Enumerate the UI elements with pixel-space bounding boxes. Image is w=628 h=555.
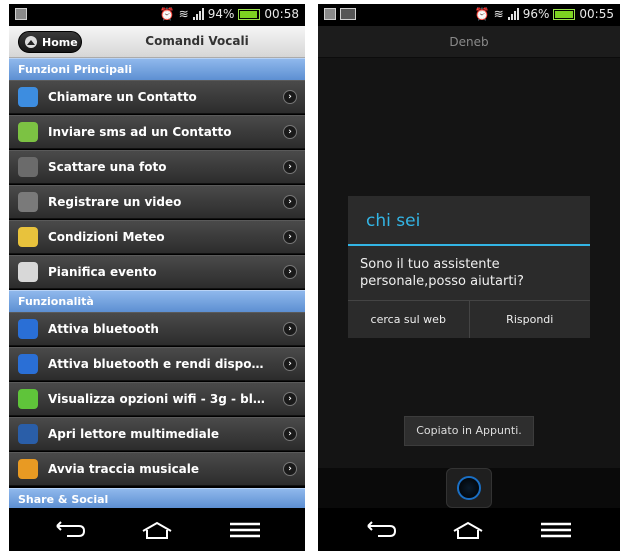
- chevron-right-icon: ›: [283, 90, 297, 104]
- chevron-right-icon: ›: [283, 322, 297, 336]
- search-web-button[interactable]: cerca sul web: [348, 301, 469, 338]
- assistant-dialog: chi sei Sono il tuo assistente personale…: [348, 196, 590, 338]
- home-nav-icon[interactable]: [140, 520, 174, 540]
- bluetooth-icon: [18, 354, 38, 374]
- list-item[interactable]: Scattare una foto ›: [9, 150, 305, 184]
- list-item[interactable]: Attiva bluetooth ›: [9, 312, 305, 346]
- camera-icon: [18, 157, 38, 177]
- list-item[interactable]: Avvia traccia musicale ›: [9, 452, 305, 486]
- battery-percent: 96%: [522, 7, 550, 21]
- list-item-label: Scattare una foto: [48, 160, 167, 174]
- alarm-icon: ⏰: [159, 7, 175, 21]
- home-nav-icon[interactable]: [451, 520, 485, 540]
- battery-icon: [238, 8, 261, 20]
- dialog-message: Sono il tuo assistente personale,posso a…: [360, 257, 524, 289]
- bluetooth-icon: [18, 319, 38, 339]
- status-bar: ⏰ ≋ 96% 00:55: [318, 4, 620, 26]
- chevron-right-icon: ›: [283, 230, 297, 244]
- wifi-status-icon: ≋: [493, 7, 504, 21]
- chevron-right-icon: ›: [283, 160, 297, 174]
- right-phone-screen: ⏰ ≋ 96% 00:55 Deneb chi sei Sono il tuo …: [318, 4, 620, 551]
- chevron-right-icon: ›: [283, 195, 297, 209]
- headphones-icon: [18, 459, 38, 479]
- back-icon[interactable]: [53, 520, 87, 540]
- chevron-right-icon: ›: [283, 392, 297, 406]
- microphone-icon: [457, 476, 481, 500]
- signal-icon: [507, 8, 519, 20]
- section-header: Funzioni Principali: [9, 58, 305, 80]
- chevron-right-icon: ›: [283, 125, 297, 139]
- list-item-label: Registrare un video: [48, 195, 182, 209]
- app-title: Deneb: [318, 26, 620, 58]
- list-item[interactable]: Chiamare un Contatto ›: [9, 80, 305, 114]
- list-item[interactable]: Apri lettore multimediale ›: [9, 417, 305, 451]
- section-header: Share & Social: [9, 488, 305, 508]
- list-item-label: Attiva bluetooth e rendi disponibile: [48, 357, 268, 371]
- section-header: Funzionalità: [9, 290, 305, 312]
- chevron-right-icon: ›: [283, 265, 297, 279]
- microphone-button[interactable]: [446, 468, 492, 508]
- calendar-icon: [18, 262, 38, 282]
- chevron-right-icon: ›: [283, 427, 297, 441]
- list-item-label: Attiva bluetooth: [48, 322, 159, 336]
- home-icon: [25, 36, 37, 48]
- list-item-label: Avvia traccia musicale: [48, 462, 200, 476]
- notification-icon: [324, 8, 336, 20]
- list-item-label: Chiamare un Contatto: [48, 90, 197, 104]
- status-bar: ⏰ ≋ 94% 00:58: [9, 4, 305, 26]
- left-phone-screen: ⏰ ≋ 94% 00:58 Home Comandi Vocali Funzio…: [9, 4, 305, 551]
- toast-message: Copiato in Appunti.: [404, 416, 534, 446]
- media-player-icon: [18, 424, 38, 444]
- clock: 00:55: [579, 7, 614, 21]
- page-title: Comandi Vocali: [145, 34, 249, 48]
- list-item-label: Visualizza opzioni wifi - 3g - bluetooth: [48, 392, 268, 406]
- weather-icon: [18, 227, 38, 247]
- wifi-status-icon: ≋: [178, 7, 189, 21]
- list-item-label: Inviare sms ad un Contatto: [48, 125, 232, 139]
- navigation-bar: [9, 508, 305, 551]
- battery-percent: 94%: [207, 7, 235, 21]
- sms-icon: [18, 122, 38, 142]
- list-item[interactable]: Condizioni Meteo ›: [9, 220, 305, 254]
- phone-icon: [18, 87, 38, 107]
- menu-icon[interactable]: [539, 520, 573, 540]
- mic-bar: [318, 468, 620, 508]
- keyboard-icon: [340, 8, 356, 20]
- reply-button[interactable]: Rispondi: [468, 301, 591, 338]
- chevron-right-icon: ›: [283, 462, 297, 476]
- app-header: Home Comandi Vocali: [9, 26, 305, 58]
- clock: 00:58: [264, 7, 299, 21]
- navigation-bar: [318, 508, 620, 551]
- menu-icon[interactable]: [228, 520, 262, 540]
- list-item-label: Pianifica evento: [48, 265, 157, 279]
- home-button-label: Home: [42, 35, 78, 49]
- list-item[interactable]: Inviare sms ad un Contatto ›: [9, 115, 305, 149]
- list-item[interactable]: Pianifica evento ›: [9, 255, 305, 289]
- list-item-label: Condizioni Meteo: [48, 230, 165, 244]
- home-button[interactable]: Home: [18, 31, 82, 53]
- notification-icon: [15, 8, 27, 20]
- video-icon: [18, 192, 38, 212]
- list-item[interactable]: Attiva bluetooth e rendi disponibile ›: [9, 347, 305, 381]
- battery-icon: [553, 8, 576, 20]
- list-item[interactable]: Visualizza opzioni wifi - 3g - bluetooth…: [9, 382, 305, 416]
- list-item[interactable]: Registrare un video ›: [9, 185, 305, 219]
- chevron-right-icon: ›: [283, 357, 297, 371]
- signal-icon: [192, 8, 204, 20]
- list-item-label: Apri lettore multimediale: [48, 427, 219, 441]
- dialog-title: chi sei: [348, 196, 590, 246]
- back-icon[interactable]: [364, 520, 398, 540]
- wifi-icon: [18, 389, 38, 409]
- alarm-icon: ⏰: [474, 7, 490, 21]
